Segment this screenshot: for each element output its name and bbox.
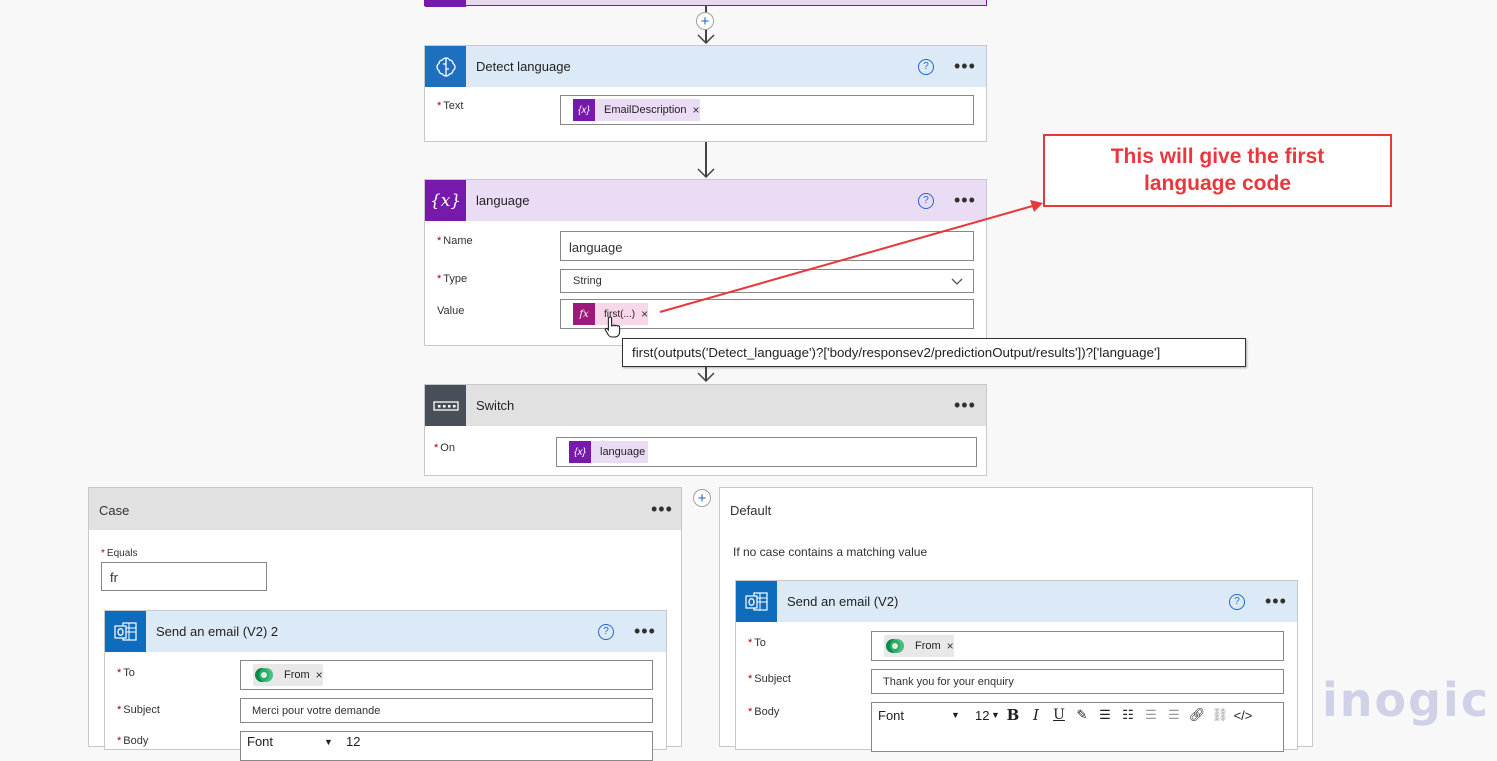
italic-icon[interactable]: I — [1024, 706, 1047, 724]
dynamic-token[interactable]: From × — [253, 664, 323, 686]
to-field[interactable]: From × — [240, 660, 653, 690]
switch-card[interactable]: Switch ••• * On {x} language — [424, 384, 987, 476]
on-field[interactable]: {x} language — [556, 437, 977, 467]
unlink-icon[interactable]: ⛓︎ — [1208, 707, 1231, 723]
chevron-down-icon[interactable]: ▼ — [989, 710, 1001, 720]
font-size-select[interactable]: 12 — [975, 708, 989, 723]
help-icon[interactable]: ? — [1229, 594, 1245, 610]
equals-value: fr — [110, 570, 118, 585]
outlook-icon — [105, 611, 146, 652]
highlight-icon[interactable]: ✎ — [1070, 707, 1093, 723]
subject-label: Subject — [123, 704, 160, 716]
numbered-list-icon[interactable]: ☷ — [1116, 707, 1139, 723]
card-title: Send an email (V2) 2 — [156, 624, 279, 639]
help-icon[interactable]: ? — [598, 624, 614, 640]
more-options-icon[interactable]: ••• — [1265, 592, 1287, 610]
add-case-button[interactable]: + — [693, 489, 711, 507]
remove-token-icon[interactable]: × — [316, 668, 323, 682]
equals-label: Equals — [106, 548, 138, 559]
dynamic-token[interactable]: From × — [884, 635, 954, 657]
inogic-watermark-logo: inogic — [1322, 673, 1491, 727]
send-email-card[interactable]: Send an email (V2) ? ••• * To From × * Sub… — [735, 580, 1298, 752]
remove-token-icon[interactable]: × — [947, 639, 954, 653]
chevron-down-icon[interactable]: ▼ — [944, 710, 967, 720]
body-editor[interactable]: Font ▼ 12 — [240, 731, 653, 761]
body-editor[interactable]: Font ▼ 12 ▼ B I U ✎ ☰ ☷ ☰ ☰ 🔗︎ ⛓︎ </> — [871, 702, 1284, 752]
subject-field[interactable]: Thank you for your enquiry — [871, 669, 1284, 694]
subject-value: Merci pour votre demande — [252, 705, 381, 717]
decrease-indent-icon[interactable]: ☰ — [1139, 707, 1162, 723]
send-email-card[interactable]: Send an email (V2) 2 ? ••• * To From × * S… — [104, 610, 667, 761]
default-container[interactable]: Default If no case contains a matching v… — [719, 487, 1313, 752]
equals-field[interactable]: fr — [101, 562, 267, 591]
default-subtitle: If no case contains a matching value — [733, 545, 928, 559]
token-label: language — [600, 446, 646, 458]
dataverse-icon — [253, 664, 275, 686]
token-label: From — [915, 640, 941, 652]
dataverse-icon — [884, 635, 906, 657]
case-container[interactable]: Case ••• * Equals fr Send an email (V2) 2… — [88, 487, 682, 761]
variable-token[interactable]: {x} language — [569, 441, 649, 463]
more-options-icon[interactable]: ••• — [954, 396, 976, 414]
font-select[interactable]: Font — [878, 708, 944, 723]
more-options-icon[interactable]: ••• — [634, 622, 656, 640]
subject-value: Thank you for your enquiry — [883, 676, 1014, 688]
outlook-icon — [736, 581, 777, 622]
card-title: Switch — [476, 398, 515, 413]
to-label: To — [123, 667, 135, 679]
subject-label: Subject — [754, 673, 791, 685]
underline-icon[interactable]: U — [1047, 707, 1070, 723]
bold-icon[interactable]: B — [1001, 706, 1024, 724]
code-view-icon[interactable]: </> — [1231, 708, 1254, 723]
to-field[interactable]: From × — [871, 631, 1284, 661]
to-label: To — [754, 637, 766, 649]
token-label: From — [284, 669, 310, 681]
switch-icon — [425, 385, 466, 426]
link-icon[interactable]: 🔗︎ — [1185, 707, 1208, 723]
subject-field[interactable]: Merci pour votre demande — [240, 698, 653, 723]
more-options-icon[interactable]: ••• — [651, 500, 673, 518]
bullet-list-icon[interactable]: ☰ — [1093, 707, 1116, 723]
on-label: On — [440, 442, 455, 454]
increase-indent-icon[interactable]: ☰ — [1162, 707, 1185, 723]
card-title: Send an email (V2) — [787, 594, 899, 609]
body-label: Body — [123, 735, 149, 747]
body-label: Body — [754, 706, 780, 718]
default-title: Default — [730, 503, 772, 518]
case-title: Case — [99, 503, 130, 518]
variable-icon: {x} — [569, 441, 591, 463]
